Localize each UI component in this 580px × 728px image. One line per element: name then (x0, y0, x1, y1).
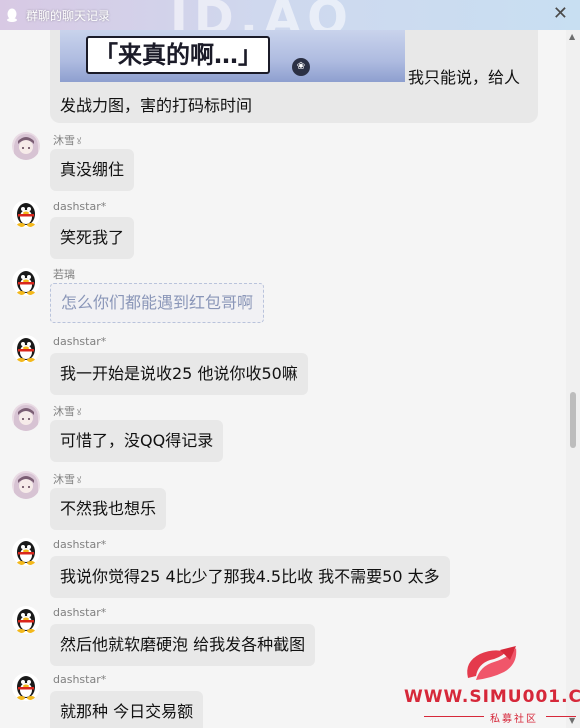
avatar-penguin[interactable] (12, 335, 40, 363)
sender-name: dashstar* (53, 538, 107, 551)
sender-name: 沐雪 ꙋ (53, 405, 82, 418)
message-bubble: 我一开始是说收25 他说你收50嘛 (50, 353, 308, 395)
sender-name: dashstar* (53, 200, 107, 213)
message-bubble-styled: 怎么你们都能遇到红包哥啊 (50, 283, 265, 323)
message-bubble: 笑死我了 (50, 217, 135, 259)
sender-name: dashstar* (53, 673, 107, 686)
title-bar: ID.AO 群聊的聊天记录 ✕ (0, 0, 580, 30)
site-watermark: WWW.SIMU001.CN 私募社区 (400, 640, 580, 728)
avatar-penguin[interactable] (12, 538, 40, 566)
vertical-scrollbar[interactable]: ▲ ▼ (566, 30, 580, 728)
sender-name: dashstar* (53, 335, 107, 348)
watermark-line-left (424, 716, 484, 717)
message-bubble: 我说你觉得25 4比少了那我4.5比收 我不需要50 太多 (50, 556, 450, 598)
sender-name: 若璃 (53, 268, 75, 281)
meme-image[interactable]: 「来真的啊…」 ❀ (60, 30, 405, 82)
watermark-line-right (546, 716, 576, 717)
avatar-penguin[interactable] (12, 200, 40, 228)
sender-name: dashstar* (53, 606, 107, 619)
avatar-penguin[interactable] (12, 268, 40, 296)
watermark-site-text: WWW.SIMU001.CN (404, 687, 580, 707)
avatar-penguin[interactable] (12, 673, 40, 701)
avatar-anime[interactable] (12, 403, 40, 431)
chat-area: 「来真的啊…」 ❀ 我只能说，给人 发战力图，害的打码标时间 沐雪ꙋ 真没绷住 (0, 30, 566, 728)
message-bubble-first: 「来真的啊…」 ❀ 我只能说，给人 发战力图，害的打码标时间 (50, 30, 538, 123)
avatar-anime[interactable] (12, 132, 40, 160)
sender-name: 沐雪 ꙋ (53, 134, 82, 147)
scrollbar-thumb[interactable] (570, 392, 576, 448)
avatar-anime[interactable] (12, 471, 40, 499)
watermark-label: 私募社区 (490, 714, 538, 725)
meme-caption: 「来真的啊…」 (86, 36, 270, 74)
message-text: 我只能说，给人 (408, 68, 521, 87)
message-bubble: 就那种 今日交易额 (50, 691, 204, 728)
title-bar-decoration: ID.AO (170, 0, 354, 30)
message-text: 发战力图，害的打码标时间 (60, 96, 253, 115)
message-bubble: 可惜了，没QQ得记录 (50, 420, 224, 462)
qq-app-icon (7, 8, 17, 22)
message-bubble: 然后他就软磨硬泡 给我发各种截图 (50, 624, 316, 666)
close-icon[interactable]: ✕ (553, 4, 568, 24)
avatar-penguin[interactable] (12, 606, 40, 634)
message-bubble: 真没绷住 (50, 149, 135, 191)
scroll-up-icon[interactable]: ▲ (569, 32, 575, 41)
meme-emblem-icon: ❀ (292, 58, 310, 76)
window-title: 群聊的聊天记录 (26, 9, 111, 23)
sender-name: 沐雪 ꙋ (53, 473, 82, 486)
watermark-logo-icon (467, 646, 517, 680)
message-bubble: 不然我也想乐 (50, 488, 167, 530)
